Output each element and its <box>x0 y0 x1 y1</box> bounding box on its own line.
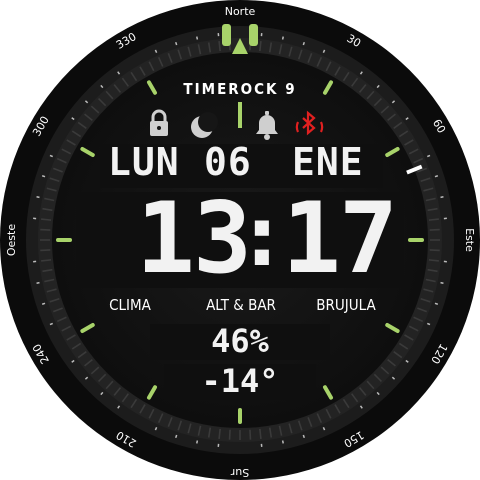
bezel-north: Norte <box>225 5 256 18</box>
bezel-dot <box>302 41 305 46</box>
bezel-south: Sur <box>230 466 249 479</box>
bezel-east: Este <box>463 228 476 252</box>
bezel-dot <box>41 302 46 305</box>
bezel-dot <box>440 281 444 284</box>
temperature-value: -14° <box>201 362 279 400</box>
bezel-dot <box>196 36 199 40</box>
weather-shortcut[interactable]: CLIMA <box>100 296 160 314</box>
bezel-dot <box>41 175 46 178</box>
center-accent-line <box>238 102 242 128</box>
chapter-tick <box>428 218 439 221</box>
bezel-dot <box>434 302 439 305</box>
chapter-tick <box>429 228 440 231</box>
date-day: 06 <box>204 140 252 184</box>
date-month: ENE <box>292 140 364 184</box>
bezel-dot <box>281 36 284 40</box>
bezel-dot <box>440 196 444 199</box>
chapter-tick <box>41 218 52 221</box>
battery-level: 46% <box>211 322 269 360</box>
compass-shortcut[interactable]: BRUJULA <box>306 296 386 314</box>
brand-title: TIMEROCK 9 <box>183 80 297 98</box>
chapter-tick <box>228 429 231 440</box>
bezel-dot <box>281 440 284 444</box>
bezel-dot <box>434 175 439 178</box>
time-separator: : <box>236 186 288 286</box>
chapter-tick <box>40 228 51 231</box>
altitude-barometer-shortcut[interactable]: ALT & BAR <box>196 296 286 314</box>
chapter-tick <box>40 249 51 252</box>
bezel-dot <box>196 440 199 444</box>
chapter-tick <box>41 259 52 262</box>
chapter-tick <box>218 428 221 439</box>
chapter-tick <box>429 249 440 252</box>
time-hours: 13 <box>136 182 252 296</box>
bezel-west: Oeste <box>5 224 18 256</box>
chapter-tick <box>259 428 262 439</box>
bezel-dot <box>175 434 178 439</box>
chapter-tick <box>249 429 252 440</box>
chapter-tick <box>259 41 262 52</box>
time-minutes: 17 <box>282 182 398 296</box>
date-weekday: LUN <box>108 140 180 184</box>
bezel-dot <box>175 41 178 46</box>
bezel-dot <box>36 196 40 199</box>
bezel-dot <box>302 434 305 439</box>
chapter-tick <box>428 259 439 262</box>
chapter-tick <box>218 41 221 52</box>
bezel-dot <box>36 281 40 284</box>
